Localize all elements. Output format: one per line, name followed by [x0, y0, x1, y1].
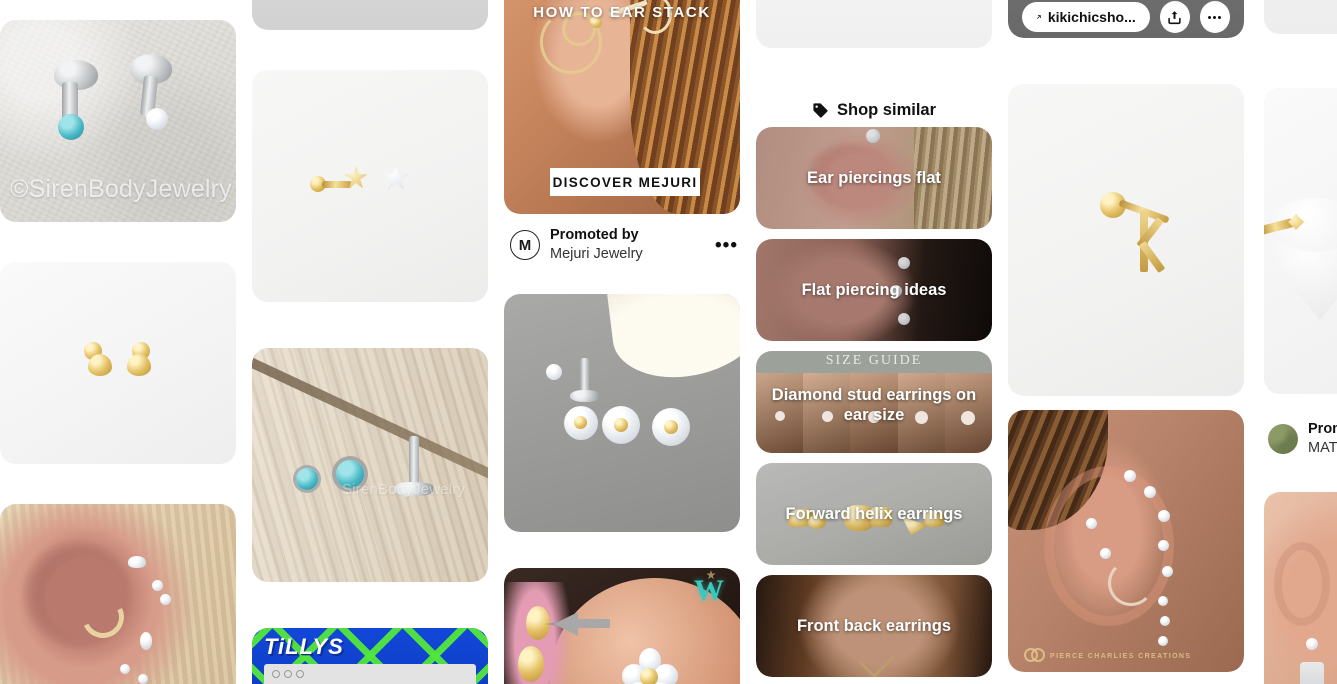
mejuri-avatar[interactable]: M	[510, 230, 540, 260]
tag-icon	[813, 102, 828, 118]
shop-similar-card[interactable]: Flat piercing ideas	[756, 239, 992, 341]
pin-card[interactable]	[756, 0, 992, 48]
tillys-logo: TiLLYS	[264, 634, 344, 659]
shop-similar-label: Ear piercings flat	[807, 168, 941, 187]
pin-image: SirenBodyJewelry	[252, 348, 488, 582]
pin-card[interactable]	[252, 70, 488, 302]
pin-image	[1264, 492, 1337, 684]
share-button[interactable]	[1159, 1, 1190, 33]
shop-similar-card[interactable]: Front back earrings	[756, 575, 992, 677]
pin-image: TiLLYS	[252, 628, 488, 684]
pin-image	[1264, 0, 1337, 34]
pin-more-options-button[interactable]	[1199, 1, 1230, 33]
advertiser-avatar[interactable]	[1268, 424, 1298, 454]
pin-board: ©SirenBodyJewelry SirenBodyJewelry TiLLY…	[0, 0, 1337, 684]
pin-card[interactable]	[252, 0, 488, 30]
shop-similar-header: Shop similar	[756, 99, 992, 121]
pin-image: HOW TO EAR STACK DISCOVER MEJURI	[504, 0, 740, 214]
pin-card[interactable]	[1264, 492, 1337, 684]
shop-similar-label: Diamond stud earrings on ear size	[771, 385, 977, 424]
pin-image: W	[504, 568, 740, 684]
shop-similar-card[interactable]: SIZE GUIDE Diamond stud earrings on ear …	[756, 351, 992, 453]
more-options-icon	[1208, 15, 1222, 19]
pin-image	[1008, 84, 1244, 396]
shop-similar-card[interactable]: Ear piercings flat	[756, 127, 992, 229]
pin-image	[504, 294, 740, 532]
shop-similar-heading: Shop similar	[836, 100, 937, 119]
pin-card[interactable]	[1264, 88, 1337, 394]
advertiser-name[interactable]: Mejuri Jewelry	[550, 245, 643, 264]
pin-image: ©SirenBodyJewelry	[0, 20, 236, 222]
size-guide-overlay-title: SIZE GUIDE	[825, 353, 923, 368]
pin-watermark: PIERCE CHARLIES CREATIONS	[1050, 653, 1192, 660]
pin-image	[252, 0, 488, 30]
promoted-label: Promoted by	[550, 227, 639, 244]
pin-card[interactable]	[0, 504, 236, 684]
pin-card[interactable]	[1264, 0, 1337, 34]
pin-watermark: SirenBodyJewelry	[342, 481, 466, 498]
promoted-label: Prom	[1308, 421, 1337, 438]
pin-hover-overlay: kikichicsho...	[1008, 0, 1244, 38]
tillys-card-body	[264, 664, 476, 684]
pin-card[interactable]: kikichicsho...	[1008, 0, 1244, 38]
promoted-by-footer: M Promoted by Mejuri Jewelry •••	[510, 222, 738, 268]
pin-image	[0, 262, 236, 464]
shop-similar-label: Flat piercing ideas	[801, 280, 947, 299]
pin-card[interactable]	[504, 294, 740, 532]
pin-card[interactable]: ©SirenBodyJewelry	[0, 20, 236, 222]
discover-mejuri-button[interactable]: DISCOVER MEJURI	[550, 168, 700, 196]
pin-card[interactable]: W	[504, 568, 740, 684]
promoted-overlay-title: HOW TO EAR STACK	[533, 4, 711, 21]
shop-similar-card[interactable]: Forward helix earrings	[756, 463, 992, 565]
pin-card[interactable]: PIERCE CHARLIES CREATIONS	[1008, 410, 1244, 672]
external-link-arrow-icon	[1037, 15, 1041, 19]
pin-card[interactable]: SirenBodyJewelry	[252, 348, 488, 582]
source-domain-label: kikichicsho...	[1047, 9, 1136, 25]
pin-image	[1264, 88, 1337, 394]
shop-similar-label: Front back earrings	[796, 616, 952, 635]
source-domain-chip[interactable]: kikichicsho...	[1022, 2, 1150, 32]
pin-card[interactable]: TiLLYS	[252, 628, 488, 684]
pin-watermark: ©SirenBodyJewelry	[10, 175, 232, 203]
shop-similar-label: Forward helix earrings	[785, 504, 963, 523]
promoted-by-footer: Prom MATC	[1268, 418, 1337, 460]
tillys-dots-icon	[272, 670, 304, 678]
share-icon	[1168, 10, 1181, 24]
pin-image	[252, 70, 488, 302]
advertiser-name[interactable]: MATC	[1308, 439, 1337, 458]
pin-card[interactable]	[1008, 84, 1244, 396]
pin-card[interactable]	[0, 262, 236, 464]
promoted-pin-card[interactable]: HOW TO EAR STACK DISCOVER MEJURI	[504, 0, 740, 214]
pin-image	[0, 504, 236, 684]
pin-image	[756, 0, 992, 48]
more-options-icon[interactable]: •••	[715, 236, 738, 255]
pin-watermark: W	[694, 574, 724, 607]
pin-image: PIERCE CHARLIES CREATIONS	[1008, 410, 1244, 672]
